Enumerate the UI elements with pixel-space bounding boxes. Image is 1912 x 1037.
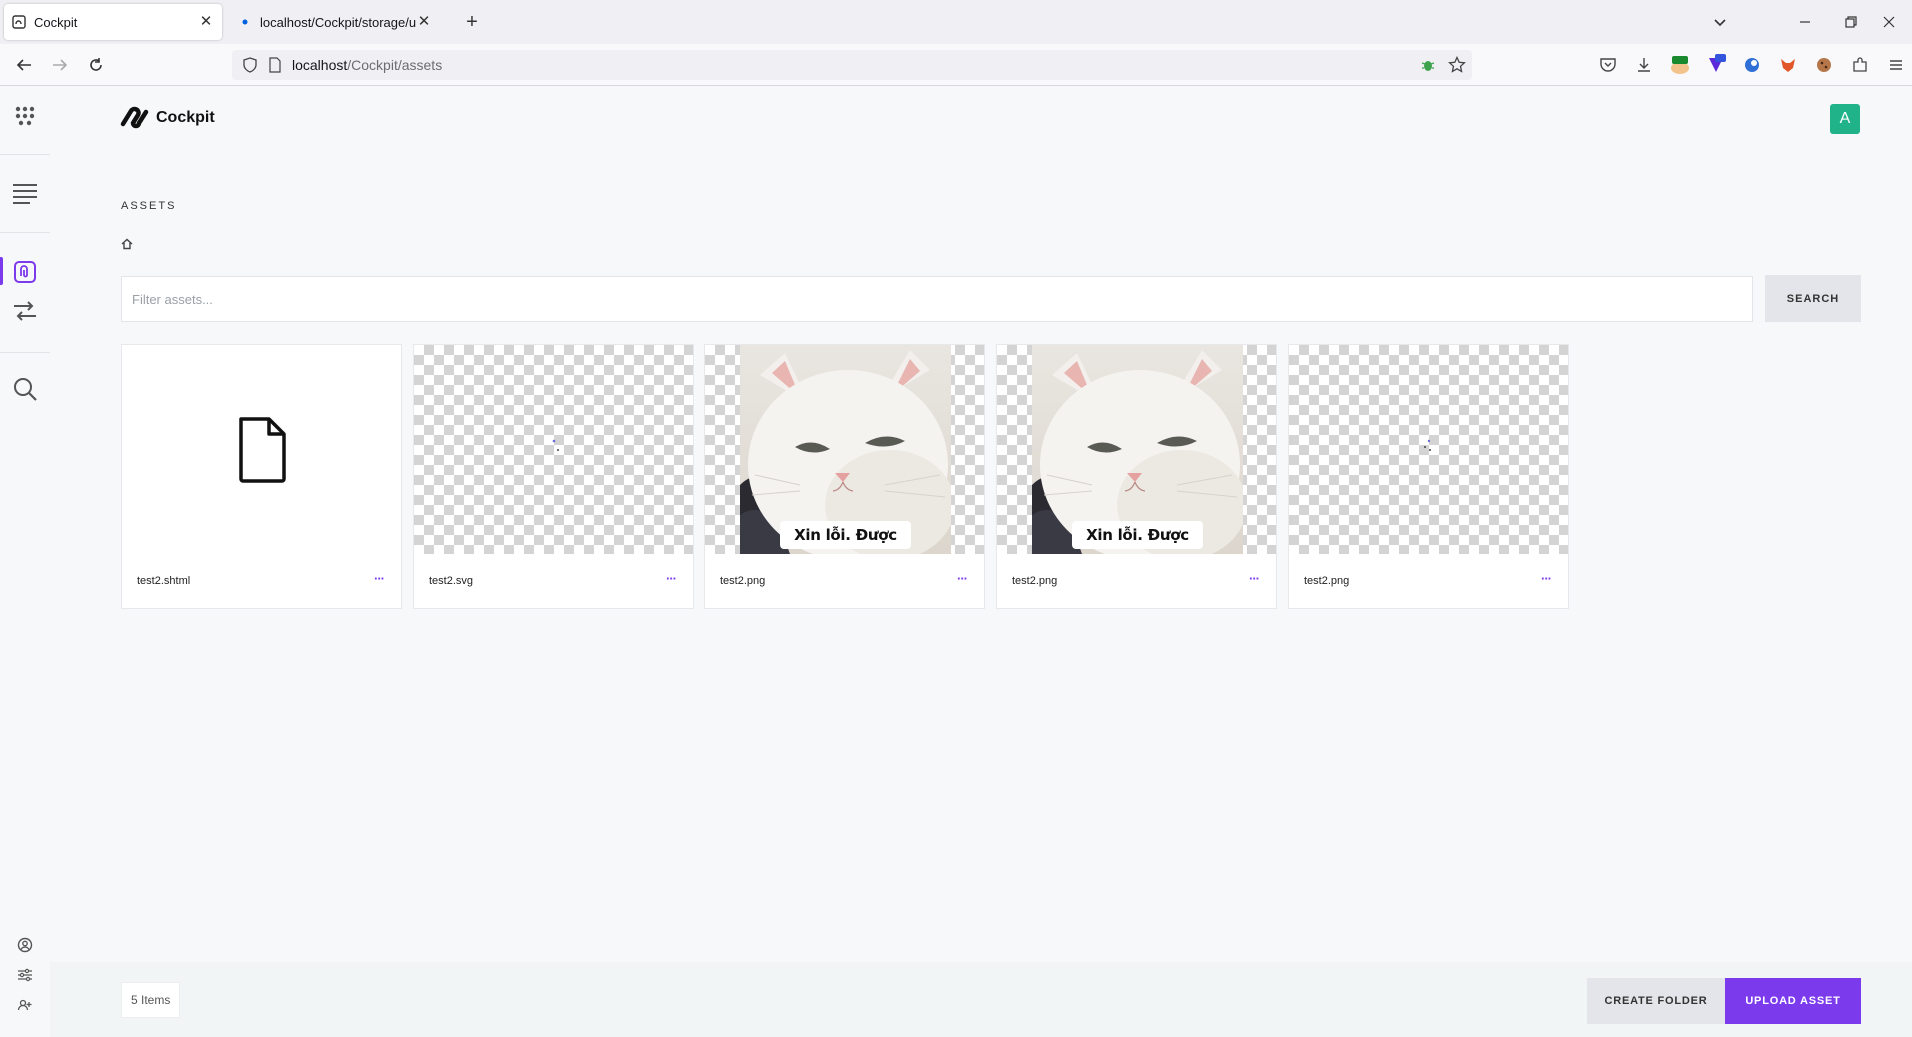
users-icon[interactable] [10,990,40,1020]
tab-title: Cockpit [34,14,78,30]
close-tab-icon[interactable]: ✕ [198,14,214,30]
breadcrumb-home-icon[interactable] [120,237,134,251]
minimize-icon[interactable] [1782,0,1828,44]
browser-tab-bar: Cockpit ✕ localhost/Cockpit/storage/uplo… [0,0,1912,44]
cockpit-favicon-icon [12,15,26,29]
bug-extension-icon[interactable] [1420,57,1436,73]
asset-filename: test2.png [720,575,766,587]
page-info-icon[interactable] [268,57,282,73]
asset-filename: test2.svg [429,575,474,587]
shield-icon[interactable] [242,57,258,73]
url-path: /Cockpit/assets [347,57,443,73]
dashboard-grid-icon[interactable] [10,100,40,130]
asset-thumbnail[interactable] [1289,345,1568,554]
sidebar-separator [0,352,50,353]
settings-sliders-icon[interactable] [10,960,40,990]
list-all-tabs-chevron-icon[interactable] [1708,10,1732,34]
account-icon[interactable] [10,930,40,960]
url-host: localhost [292,57,348,73]
close-window-icon[interactable] [1866,0,1912,44]
reload-icon[interactable] [84,53,108,77]
sidebar-separator [0,232,50,233]
sync-arrows-icon[interactable] [10,296,40,326]
more-options-icon[interactable]: ··· [666,571,677,586]
more-options-icon[interactable]: ··· [1249,571,1260,586]
cockpit-app: Cockpit A ASSETS SEARCH test2.shtml ··· … [0,86,1912,1037]
more-options-icon[interactable]: ··· [957,571,968,586]
item-count-badge: 5 Items [121,982,181,1018]
search-icon[interactable] [10,374,40,404]
back-arrow-icon[interactable] [12,53,36,77]
close-tab-icon[interactable]: ✕ [416,14,432,30]
browser-nav-bar: localhost/Cockpit/assets [0,44,1912,86]
asset-thumbnail[interactable] [414,345,693,554]
address-bar[interactable]: localhost/Cockpit/assets [232,50,1472,80]
cockpit-logo-icon [120,106,150,130]
logo-text: Cockpit [156,109,215,126]
cat-image: Xin lỗi. Được chưa [740,345,951,554]
file-icon [237,417,287,488]
tiny-graphic-icon [552,439,560,458]
more-options-icon[interactable]: ··· [374,571,385,586]
tab-title: localhost/Cockpit/storage/uplo [260,14,416,30]
extensions-puzzle-icon[interactable] [1848,53,1872,77]
asset-thumbnail[interactable]: Xin lỗi. Được chưa [705,345,984,554]
content-lines-icon[interactable] [10,178,40,208]
cookie-extension-icon[interactable] [1812,53,1836,77]
search-button[interactable]: SEARCH [1765,275,1861,322]
upload-asset-button[interactable]: UPLOAD ASSET [1725,978,1861,1024]
new-tab-plus-icon[interactable]: + [460,10,484,34]
asset-card[interactable]: Xin lỗi. Được chưa test2.png ··· [996,344,1277,609]
tiny-graphic-icon [1422,439,1432,458]
asset-filename: test2.shtml [137,575,191,587]
assets-icon[interactable] [10,257,40,287]
asset-filename: test2.png [1304,575,1350,587]
cockpit-logo[interactable]: Cockpit [120,106,215,130]
bookmark-star-icon[interactable] [1448,56,1466,74]
create-folder-button[interactable]: CREATE FOLDER [1587,978,1725,1024]
more-options-icon[interactable]: ··· [1541,571,1552,586]
forward-arrow-icon[interactable] [48,53,72,77]
asset-card[interactable]: test2.png ··· [1288,344,1569,609]
page-title: ASSETS [121,200,177,212]
meme-caption: Xin lỗi. Được chưa [794,526,897,544]
download-icon[interactable] [1632,53,1656,77]
filter-assets-input[interactable] [121,276,1753,322]
sidebar [0,86,50,1037]
meme-caption: Xin lỗi. Được chưa [1086,526,1189,544]
active-indicator [0,257,3,285]
avatar[interactable]: A [1830,104,1860,134]
globe-extension-icon[interactable] [1740,53,1764,77]
asset-card[interactable]: test2.svg ··· [413,344,694,609]
asset-filename: test2.png [1012,575,1058,587]
sidebar-separator [0,154,50,155]
asset-thumbnail[interactable]: Xin lỗi. Được chưa [997,345,1276,554]
tab-storage[interactable]: localhost/Cockpit/storage/uplo ✕ [230,4,440,40]
asset-card[interactable]: test2.shtml ··· [121,344,402,609]
app-menu-hamburger-icon[interactable] [1884,53,1908,77]
fox-extension-icon[interactable] [1776,53,1800,77]
pocket-icon[interactable] [1596,53,1620,77]
tab-cockpit[interactable]: Cockpit ✕ [4,4,222,40]
cat-image: Xin lỗi. Được chưa [1032,345,1243,554]
asset-card[interactable]: Xin lỗi. Được chưa test2.png ··· [704,344,985,609]
download-helper-extension-icon[interactable] [1704,53,1728,77]
asset-thumbnail[interactable] [122,345,401,554]
loading-dot-icon [238,15,252,29]
bun-extension-icon[interactable] [1668,53,1692,77]
